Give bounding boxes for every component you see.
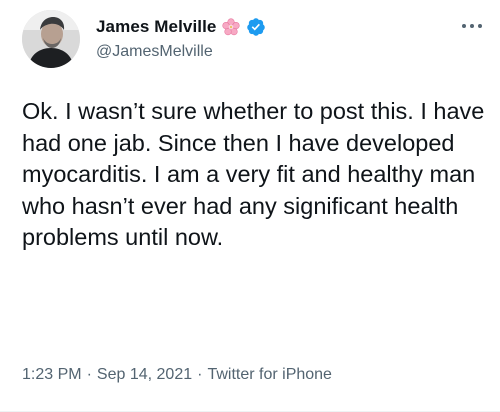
verified-badge-icon[interactable] <box>246 17 266 37</box>
tweet-time[interactable]: 1:23 PM <box>22 366 82 384</box>
more-dots-icon <box>462 24 482 28</box>
tweet-client[interactable]: Twitter for iPhone <box>207 366 332 384</box>
author-handle[interactable]: @JamesMelville <box>96 43 213 61</box>
cherry-blossom-icon <box>221 17 241 37</box>
author-name-row: James Melville <box>96 16 266 38</box>
meta-separator-2: · <box>197 366 203 383</box>
tweet-date[interactable]: Sep 14, 2021 <box>97 366 192 384</box>
tweet-text: Ok. I wasn’t sure whether to post this. … <box>22 98 485 250</box>
tweet-meta: 1:23 PM · Sep 14, 2021 · Twitter for iPh… <box>22 366 332 384</box>
avatar[interactable] <box>22 10 80 68</box>
more-options-button[interactable] <box>460 20 484 32</box>
avatar-photo <box>22 10 80 68</box>
meta-separator: · <box>86 366 92 383</box>
author-display-name[interactable]: James Melville <box>96 17 216 37</box>
tweet-card: James Melville @JamesMelville Ok. I wasn… <box>0 0 500 412</box>
